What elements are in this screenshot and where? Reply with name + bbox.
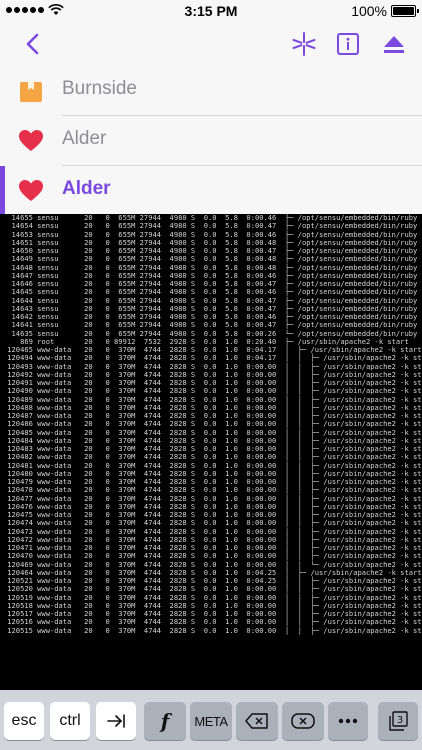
menu-item-alder-selected[interactable]: Alder bbox=[0, 166, 422, 215]
meta-key-label: META bbox=[194, 713, 228, 729]
disconnect-button[interactable] bbox=[378, 28, 410, 60]
screens-count: 3 bbox=[397, 715, 403, 726]
navigation-bar bbox=[0, 22, 422, 66]
chevron-left-icon bbox=[26, 33, 39, 55]
menu-item-label: Alder bbox=[62, 178, 111, 199]
backspace-icon bbox=[245, 713, 268, 729]
terminal-output[interactable]: 14655 sensu 20 0 655M 27944 4980 S 0.0 5… bbox=[0, 214, 422, 690]
ctrl-key-label: ctrl bbox=[59, 712, 81, 729]
status-bar: 3:15 PM 100% bbox=[0, 0, 422, 22]
battery-status: 100% bbox=[351, 3, 419, 19]
menu-item-burnside[interactable]: Burnside bbox=[0, 66, 422, 115]
tab-arrow-icon bbox=[107, 714, 125, 728]
menu-item-alder[interactable]: Alder bbox=[0, 116, 422, 165]
battery-icon bbox=[391, 5, 419, 17]
keyboard-accessory-bar: esc ctrl f META 3 bbox=[0, 690, 422, 750]
menu-item-label: Alder bbox=[62, 128, 107, 149]
function-key[interactable]: f bbox=[144, 702, 186, 740]
meta-key[interactable]: META bbox=[190, 702, 232, 740]
backspace-key[interactable] bbox=[236, 702, 278, 740]
folder-tag-icon bbox=[18, 78, 44, 104]
selected-indicator bbox=[0, 166, 5, 215]
delete-key[interactable] bbox=[282, 702, 324, 740]
more-dots-icon bbox=[338, 718, 358, 724]
asterisk-icon bbox=[292, 32, 316, 56]
eject-icon bbox=[384, 36, 404, 53]
delete-icon bbox=[291, 713, 315, 729]
function-key-label: f bbox=[160, 709, 170, 733]
special-keys-button[interactable] bbox=[288, 28, 320, 60]
esc-key-label: esc bbox=[11, 712, 37, 729]
terminal-line: 120515 www-data 20 0 370M 4744 2828 S 0.… bbox=[3, 625, 422, 635]
battery-percent: 100% bbox=[351, 3, 387, 19]
info-icon bbox=[337, 33, 359, 55]
tab-key[interactable] bbox=[96, 702, 136, 740]
info-button[interactable] bbox=[332, 28, 364, 60]
screens-key[interactable]: 3 bbox=[378, 702, 418, 740]
menu-item-label: Burnside bbox=[62, 78, 137, 99]
menu-pointer bbox=[22, 56, 42, 66]
esc-key[interactable]: esc bbox=[4, 702, 44, 740]
screens-icon: 3 bbox=[389, 711, 408, 731]
more-key[interactable] bbox=[328, 702, 368, 740]
session-menu: Burnside Alder Alder bbox=[0, 56, 422, 215]
heart-icon bbox=[18, 178, 44, 204]
ctrl-key[interactable]: ctrl bbox=[50, 702, 90, 740]
heart-icon bbox=[18, 128, 44, 154]
